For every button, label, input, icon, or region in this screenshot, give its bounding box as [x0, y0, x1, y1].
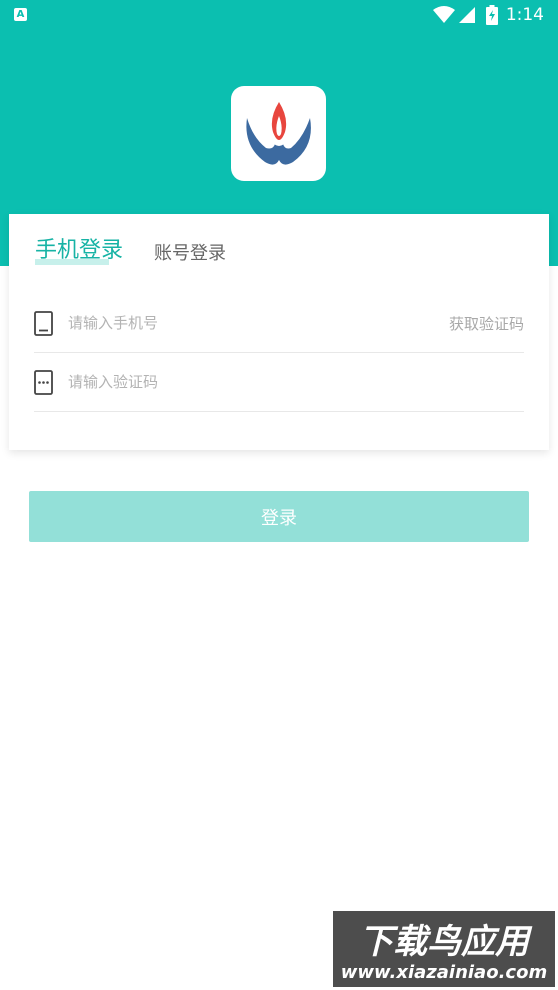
login-screen: A 1:14 手机登录 账号登录 请输入手机号 获取验证码 请输入验证码 登录 …: [0, 0, 558, 990]
watermark-url: www.xiazainiao.com: [341, 962, 547, 983]
status-bar: A 1:14: [0, 0, 558, 30]
flame-logo-icon: [246, 102, 311, 165]
app-notification-icon: A: [14, 8, 27, 21]
phone-input[interactable]: [68, 310, 398, 336]
status-icons: 1:14: [432, 4, 544, 26]
phone-field-row: 获取验证码: [34, 294, 524, 353]
watermark-logo: 下载鸟应用 www.xiazainiao.com: [333, 911, 555, 987]
signal-icon: [458, 7, 475, 23]
battery-icon: [485, 5, 498, 25]
tab-phone-login[interactable]: 手机登录: [35, 232, 123, 264]
phone-icon: [34, 311, 53, 336]
wifi-icon: [432, 6, 455, 23]
code-field-row: [34, 353, 524, 412]
get-code-button[interactable]: 获取验证码: [449, 313, 524, 334]
watermark-title: 下载鸟应用: [359, 922, 533, 962]
app-logo: [231, 86, 326, 181]
code-input[interactable]: [68, 369, 398, 395]
login-card: 手机登录 账号登录 获取验证码: [9, 214, 549, 450]
tab-account-login[interactable]: 账号登录: [154, 239, 226, 265]
status-time: 1:14: [505, 5, 544, 25]
sms-code-icon: [34, 370, 53, 395]
login-button[interactable]: 登录: [29, 491, 529, 542]
